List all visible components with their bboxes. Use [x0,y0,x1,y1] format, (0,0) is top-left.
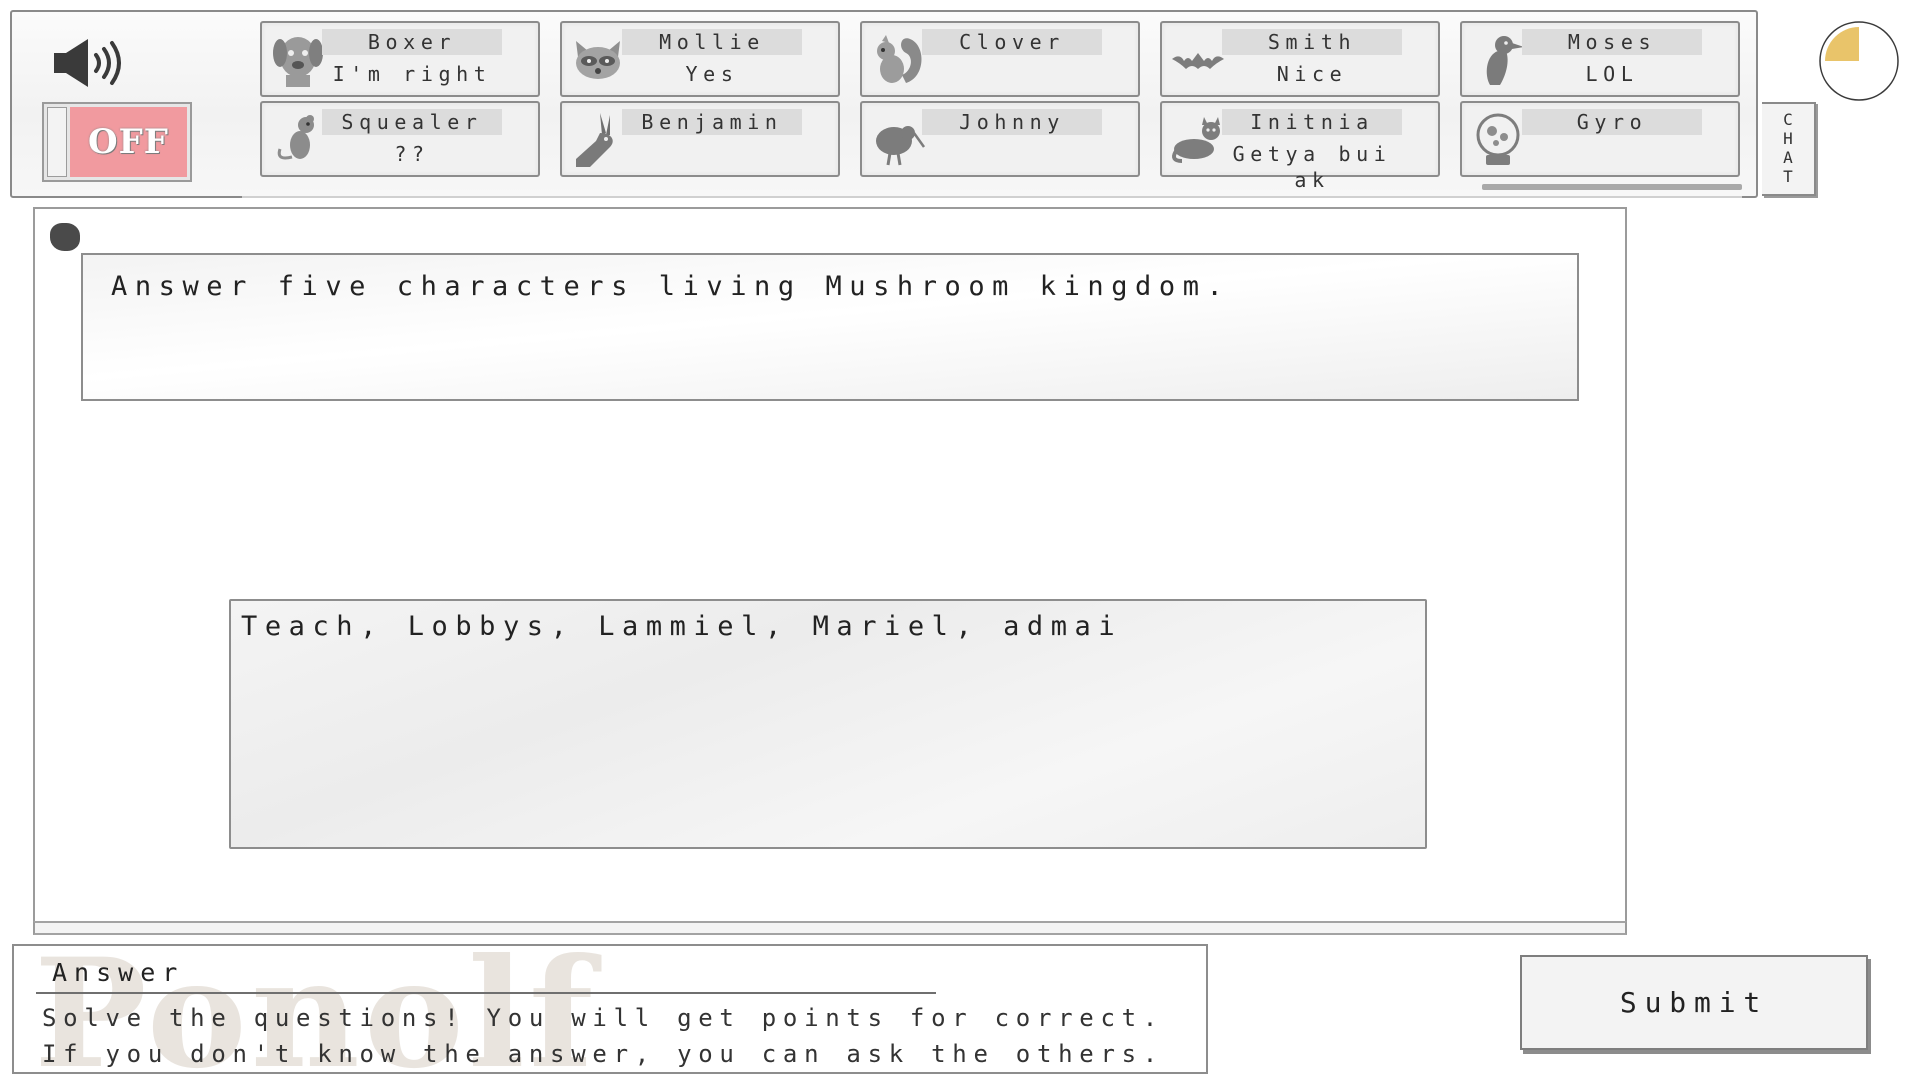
player-card-initnia[interactable]: Initnia Getya bui ak [1160,101,1440,192]
player-name: Johnny [922,109,1102,135]
question-box: Answer five characters living Mushroom k… [81,253,1579,401]
player-status [622,141,802,167]
player-name: Mollie [622,29,802,55]
dog-icon [273,37,323,87]
player-status: ?? [394,142,430,166]
rat-icon [277,115,314,160]
hint-box: Ponolf Answer Solve the questions! You w… [12,944,1208,1074]
kiwi-icon [876,126,926,166]
chat-tab[interactable]: CHAT [1762,102,1816,196]
player-status: I'm right [332,62,492,86]
question-text: Answer five characters living Mushroom k… [111,271,1231,302]
players-divider [242,196,1742,198]
player-card-smith[interactable]: Smith Nice [1160,21,1440,97]
player-status [1522,141,1702,167]
player-card-gyro[interactable]: Gyro [1460,101,1740,177]
player-status [922,61,1102,87]
hint-title: Answer [52,958,185,987]
player-status: Nice [1276,62,1348,86]
player-name: Benjamin [622,109,802,135]
submit-button[interactable]: Submit [1520,955,1868,1050]
speaker-icon[interactable] [52,37,132,89]
record-indicator-icon [50,223,80,251]
player-card-boxer[interactable]: Boxer I'm right [260,21,540,97]
orb-icon [1476,113,1520,165]
player-card-clover[interactable]: Clover [860,21,1140,97]
sound-toggle-label: OFF [70,107,187,177]
player-name: Gyro [1522,109,1702,135]
player-status [922,141,1102,167]
player-card-moses[interactable]: Moses LOL [1460,21,1740,97]
bat-icon [1172,53,1224,69]
cat-icon [1172,117,1220,163]
player-status: Yes [685,62,739,86]
player-status: Getya bui ak [1232,142,1392,192]
player-name: Smith [1222,29,1402,55]
question-frame: Answer five characters living Mushroom k… [33,207,1627,935]
squirrel-icon [877,35,922,83]
round-timer-icon [1819,21,1899,101]
player-name: Initnia [1222,109,1402,135]
player-name: Squealer [322,109,502,135]
player-name: Clover [922,29,1102,55]
player-card-johnny[interactable]: Johnny [860,101,1140,177]
players-scrollbar[interactable] [1482,184,1742,190]
player-card-benjamin[interactable]: Benjamin [560,101,840,177]
sound-toggle[interactable]: OFF [42,102,192,182]
toggle-knob [47,107,67,177]
player-name: Moses [1522,29,1702,55]
chat-tab-label: CHAT [1783,110,1793,186]
hint-text: Solve the questions! You will get points… [42,1004,1164,1068]
crow-icon [1486,36,1524,85]
player-name: Boxer [322,29,502,55]
answer-input[interactable]: Teach, Lobbys, Lammiel, Mariel, admai [229,599,1427,849]
answer-input-value: Teach, Lobbys, Lammiel, Mariel, admai [241,611,1123,642]
player-status: LOL [1585,62,1639,86]
player-card-squealer[interactable]: Squealer ?? [260,101,540,177]
timer-fill [1825,27,1859,61]
donkey-icon [576,113,613,167]
raccoon-icon [576,41,620,79]
hint-underline [36,992,936,994]
player-card-mollie[interactable]: Mollie Yes [560,21,840,97]
